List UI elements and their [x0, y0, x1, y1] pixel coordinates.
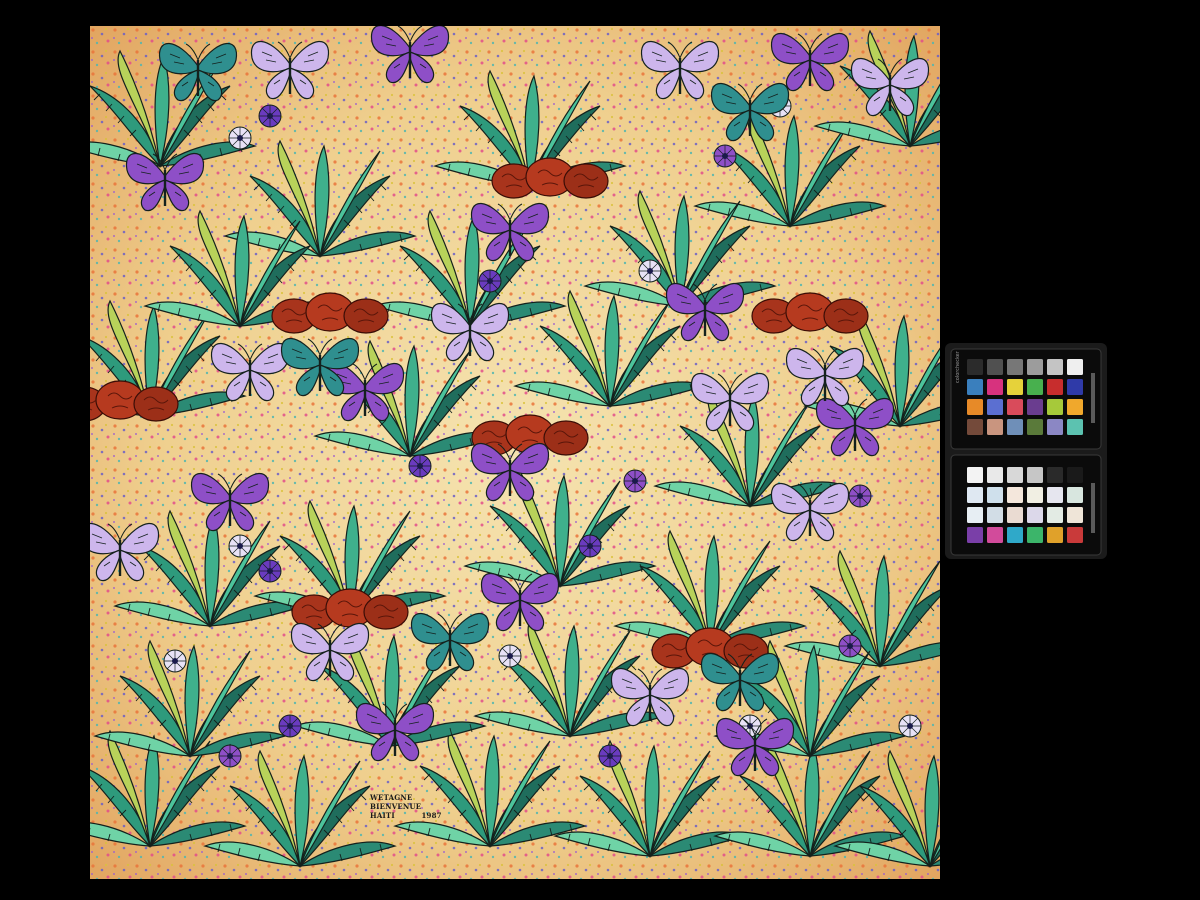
checker-swatch: [987, 399, 1003, 415]
checker-swatch: [967, 419, 983, 435]
checker-swatch: [967, 487, 983, 503]
checker-swatch: [967, 527, 983, 543]
checker-swatch: [1047, 399, 1063, 415]
checker-swatch: [967, 467, 983, 483]
checker-swatch: [987, 507, 1003, 523]
checker-swatch: [1047, 467, 1063, 483]
checker-swatch: [1007, 399, 1023, 415]
checker-swatch: [1067, 527, 1083, 543]
checker-swatch: [987, 487, 1003, 503]
checker-swatch: [987, 467, 1003, 483]
checker-swatch: [1047, 507, 1063, 523]
checker-swatch: [1027, 507, 1043, 523]
checker-swatch: [1047, 359, 1063, 375]
checker-swatch: [1027, 379, 1043, 395]
signature-line-1: WETAGNE: [370, 793, 413, 802]
checker-swatch: [1067, 399, 1083, 415]
checker-swatch: [1007, 419, 1023, 435]
checker-swatch: [1027, 359, 1043, 375]
checker-swatch: [1027, 527, 1043, 543]
photo-canvas: WETAGNE BIENVENUE HAITI 1987 colorchecke…: [0, 0, 1200, 900]
checker-swatch: [1067, 359, 1083, 375]
signature-place: HAITI: [370, 811, 395, 820]
checker-swatch: [1007, 359, 1023, 375]
jungle-painting: [90, 26, 940, 879]
checker-swatch: [1047, 487, 1063, 503]
checker-swatch: [1027, 399, 1043, 415]
color-checker-card: colorchecker: [945, 343, 1107, 559]
checker-swatch: [1067, 419, 1083, 435]
checker-swatch: [1047, 527, 1063, 543]
checker-swatch: [1067, 507, 1083, 523]
checker-swatch: [1047, 419, 1063, 435]
checker-swatch: [1027, 419, 1043, 435]
checker-swatch: [1067, 379, 1083, 395]
signature-line-2: BIENVENUE: [370, 802, 422, 811]
checker-swatch: [1007, 487, 1023, 503]
checker-swatch: [1027, 487, 1043, 503]
checker-swatch: [1027, 467, 1043, 483]
checker-swatch: [1047, 379, 1063, 395]
signature-line-3: HAITI 1987: [370, 811, 442, 820]
artist-signature: WETAGNE BIENVENUE HAITI 1987: [370, 793, 442, 820]
checker-swatch: [987, 419, 1003, 435]
signature-year: 1987: [421, 811, 442, 820]
checker-swatch: [1067, 487, 1083, 503]
checker-swatch: [967, 359, 983, 375]
checker-swatch: [1007, 527, 1023, 543]
checker-swatch: [987, 379, 1003, 395]
checker-swatch: [1007, 379, 1023, 395]
checker-swatch: [967, 379, 983, 395]
checker-swatch: [1007, 467, 1023, 483]
checker-swatch: [987, 527, 1003, 543]
checker-swatch: [967, 399, 983, 415]
checker-swatch: [967, 507, 983, 523]
checker-swatch: [1007, 507, 1023, 523]
checker-brand-label: colorchecker: [955, 350, 961, 383]
checker-swatch: [1067, 467, 1083, 483]
checker-swatch: [987, 359, 1003, 375]
